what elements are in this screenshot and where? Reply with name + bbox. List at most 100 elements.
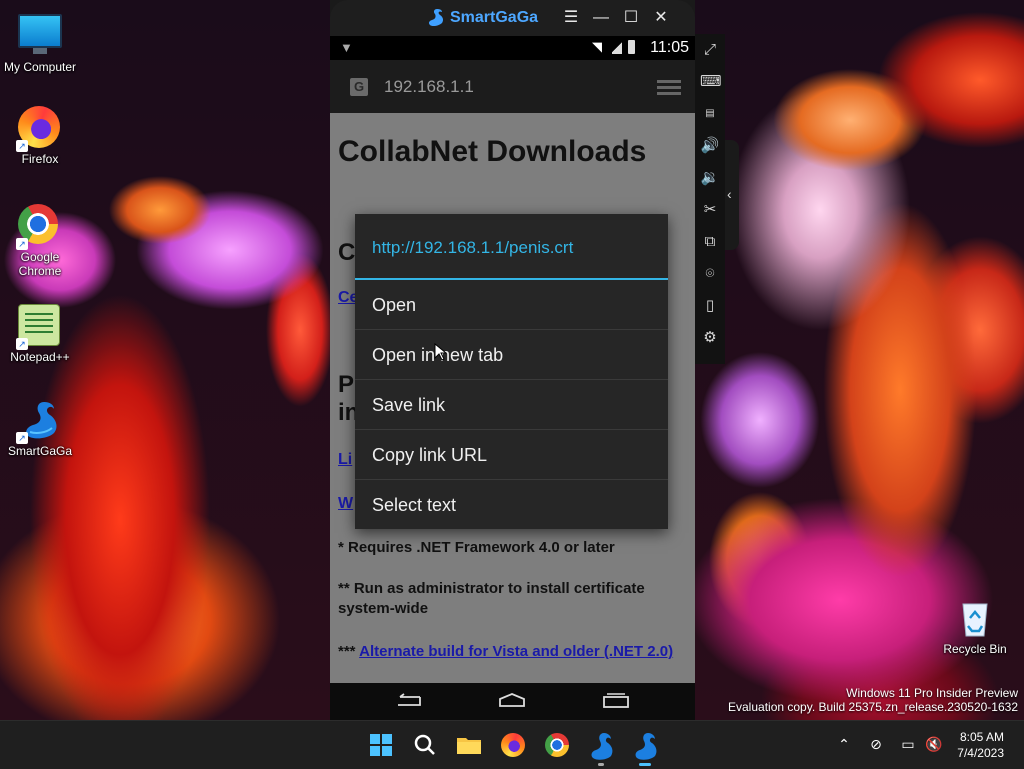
firefox-taskbar-button[interactable] [497, 729, 529, 761]
battery-icon [628, 40, 635, 54]
back-icon[interactable] [394, 693, 422, 709]
start-icon [370, 734, 392, 756]
volume-down-icon[interactable]: 🔉 [700, 168, 720, 188]
clock-date: 7/4/2023 [957, 746, 1004, 760]
apk-install-icon[interactable]: ▤ [700, 104, 720, 124]
file-explorer-button[interactable] [453, 729, 485, 761]
link-fragment[interactable]: W [338, 495, 353, 513]
desktop-icon-chrome[interactable]: ↗ Google Chrome [0, 204, 80, 278]
smartgaga-icon [591, 733, 613, 760]
menu-item-save-link[interactable]: Save link [355, 380, 668, 430]
status-time: 11:05 [650, 39, 689, 56]
chrome-icon: ↗ [16, 204, 62, 250]
sidebar-collapse-tab[interactable]: ‹ [725, 140, 739, 250]
wifi-icon: ◥ [592, 39, 602, 54]
link-context-menu: http://192.168.1.1/penis.crt Open Open i… [355, 214, 668, 529]
menu-item-label: Select text [372, 495, 457, 515]
desktop-icon-label: Google Chrome [18, 250, 62, 278]
close-icon[interactable]: ✕ [651, 8, 671, 28]
recent-apps-icon[interactable] [602, 693, 630, 709]
desktop-icon-label: Firefox [21, 152, 59, 166]
shortcut-arrow-icon: ↗ [16, 140, 28, 152]
android-status-bar: ▼ ◥ 11:05 [330, 36, 695, 60]
file-explorer-icon [457, 738, 481, 754]
smartgaga-swan-icon: ↗ [16, 398, 62, 444]
shortcut-arrow-icon: ↗ [16, 238, 28, 250]
home-icon[interactable] [498, 693, 526, 709]
start-button[interactable] [365, 729, 397, 761]
menu-item-open-new-tab[interactable]: Open in new tab [355, 330, 668, 380]
shortcut-arrow-icon: ↗ [16, 432, 28, 444]
browser-url-bar[interactable]: G 192.168.1.1 [330, 60, 695, 113]
search-button[interactable] [409, 729, 441, 761]
mouse-cursor-icon [434, 343, 446, 361]
smartgaga-active-icon [635, 733, 657, 760]
note-alternate: *** Alternate build for Vista and older … [338, 642, 678, 662]
watermark-line2: Evaluation copy. Build 25375.zn_release.… [728, 700, 1018, 714]
multi-instance-icon[interactable]: ⧉ [700, 232, 720, 252]
computer-icon [18, 14, 62, 58]
recycle-bin-icon [953, 596, 997, 640]
firefox-icon: ↗ [16, 106, 62, 152]
menu-item-label: Save link [372, 395, 446, 415]
chrome-icon [545, 733, 569, 757]
screenshot-scissors-icon[interactable]: ✂ [700, 200, 720, 220]
page-heading: CollabNet Downloads [338, 135, 647, 168]
menu-item-label: Open [372, 295, 417, 315]
desktop-icon-recycle-bin[interactable]: Recycle Bin [935, 596, 1015, 656]
note-admin: ** Run as administrator to install certi… [338, 580, 645, 617]
running-indicator [598, 763, 604, 766]
display-icon[interactable]: ▭ [899, 735, 917, 753]
chevron-up-icon[interactable]: ⌃ [835, 735, 853, 753]
chrome-taskbar-button[interactable] [541, 729, 573, 761]
url-text[interactable]: 192.168.1.1 [384, 77, 474, 97]
alternate-build-link[interactable]: Alternate build for Vista and older (.NE… [359, 643, 673, 660]
watermark-line1: Windows 11 Pro Insider Preview [846, 686, 1018, 700]
desktop-icon-label: SmartGaGa [7, 444, 73, 458]
desktop-icon-notepadpp[interactable]: ↗ Notepad++ [0, 304, 80, 364]
desktop-icon-my-computer[interactable]: My Computer [0, 8, 80, 74]
context-menu-url: http://192.168.1.1/penis.crt [372, 238, 574, 257]
desktop-icon-firefox[interactable]: ↗ Firefox [0, 106, 80, 166]
google-icon: G [350, 78, 368, 96]
smartgaga-taskbar-button[interactable] [585, 729, 617, 766]
shortcut-arrow-icon: ↗ [16, 338, 28, 350]
desktop-icon-label: Recycle Bin [943, 642, 1007, 656]
desktop-icon-label: My Computer [3, 60, 77, 74]
note-requirement: * Requires .NET Framework 4.0 or later [338, 539, 615, 556]
link-fragment[interactable]: Li [338, 451, 352, 469]
menu-item-label: Copy link URL [372, 445, 488, 465]
volume-up-icon[interactable]: 🔊 [700, 136, 720, 156]
desktop-icon-smartgaga[interactable]: ↗ SmartGaGa [0, 398, 80, 458]
windows-watermark: Windows 11 Pro Insider Preview Evaluatio… [728, 686, 1018, 714]
search-icon [414, 734, 435, 755]
menu-item-open[interactable]: Open [355, 280, 668, 330]
keyboard-icon[interactable]: ⌨ [700, 72, 722, 92]
section-heading-fragment: P [338, 371, 355, 398]
settings-icon[interactable]: ⚙ [700, 328, 720, 348]
maximize-icon[interactable]: ☐ [621, 8, 641, 28]
smartgaga-active-taskbar-button[interactable] [629, 729, 661, 766]
fullscreen-icon[interactable]: ⤢ [700, 40, 720, 60]
network-off-icon[interactable]: ⊘ [867, 735, 885, 753]
menu-item-copy-link-url[interactable]: Copy link URL [355, 430, 668, 480]
section-heading-fragment: C [338, 239, 356, 266]
clock-time: 8:05 AM [959, 730, 1004, 744]
wifi-question-icon: ▼ [340, 40, 353, 55]
notepadpp-icon: ↗ [16, 304, 62, 350]
shake-icon[interactable]: ▯ [700, 296, 720, 316]
menu-item-select-text[interactable]: Select text [355, 480, 668, 529]
minimize-icon[interactable]: — [591, 8, 611, 28]
smartgaga-logo-icon [428, 9, 444, 27]
menu-icon[interactable]: ☰ [561, 8, 581, 28]
taskbar-clock[interactable]: 8:05 AM 7/4/2023 [957, 729, 1004, 761]
firefox-icon [501, 733, 525, 757]
taskbar: ⌃ ⊘ ▭ 🔇 8:05 AM 7/4/2023 [0, 720, 1024, 769]
desktop-icon-label: Notepad++ [10, 350, 70, 364]
emulator-titlebar[interactable]: SmartGaGa ☰ — ☐ ✕ [330, 0, 695, 36]
active-indicator [639, 763, 651, 766]
location-icon[interactable]: ⌾ [700, 264, 720, 284]
volume-muted-icon[interactable]: 🔇 [925, 735, 943, 753]
tabs-menu-icon[interactable] [657, 78, 681, 96]
chevron-left-icon: ‹ [727, 186, 732, 202]
